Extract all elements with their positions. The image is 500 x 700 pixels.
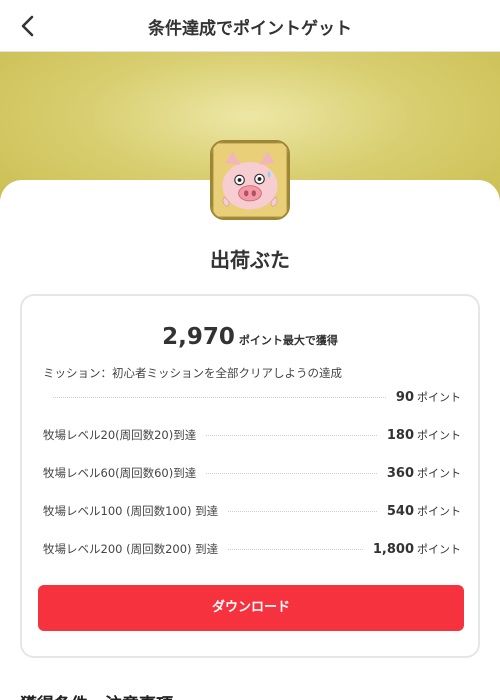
reward-row-label: 牧場レベル100 (周回数100) 到達 (43, 504, 219, 518)
mission-title: ミッション：初心者ミッションを全部クリアしようの達成 (43, 366, 342, 380)
header-bar: 条件達成でポイントゲット (0, 0, 500, 52)
reward-row-unit: ポイント (417, 505, 461, 518)
dotted-leader (53, 396, 386, 398)
app-name: 出荷ぶた (210, 248, 290, 272)
dotted-leader (228, 510, 377, 512)
pig-app-icon (210, 140, 290, 220)
conditions-section-title: 獲得条件・注意事項 (20, 690, 173, 700)
total-points-value: 2,970 (162, 324, 235, 350)
page-title: 条件達成でポイントゲット (148, 19, 352, 39)
dotted-leader (206, 472, 377, 474)
reward-row-unit: ポイント (417, 429, 461, 442)
download-button[interactable]: ダウンロード (38, 585, 464, 631)
total-points: 2,970 ポイント最大で獲得 (22, 324, 478, 350)
reward-row: 牧場レベル20(周回数20)到達 180 ポイント (43, 425, 461, 445)
reward-row-points: 90 (395, 389, 414, 405)
reward-row: 牧場レベル100 (周回数100) 到達 540 ポイント (43, 501, 461, 521)
reward-row-unit: ポイント (417, 467, 461, 480)
dotted-leader (228, 548, 363, 550)
reward-row-points: 1,800 (372, 541, 414, 557)
reward-row-points: 180 (386, 427, 414, 443)
reward-row-unit: ポイント (417, 391, 461, 404)
reward-row-label: 牧場レベル200 (周回数200) 到達 (43, 542, 219, 556)
reward-row-points: 540 (386, 503, 414, 519)
reward-row-points: 360 (386, 465, 414, 481)
reward-row: 牧場レベル200 (周回数200) 到達 1,800 ポイント (43, 539, 461, 559)
total-points-label: ポイント最大で獲得 (238, 334, 338, 347)
reward-card: 2,970 ポイント最大で獲得 ミッション：初心者ミッションを全部クリアしようの達… (20, 294, 480, 658)
reward-row: 90 ポイント (43, 387, 461, 407)
reward-row-unit: ポイント (417, 543, 461, 556)
reward-row: 牧場レベル60(周回数60)到達 360 ポイント (43, 463, 461, 483)
reward-row-label: 牧場レベル20(周回数20)到達 (43, 428, 197, 442)
reward-row-label: 牧場レベル60(周回数60)到達 (43, 466, 197, 480)
dotted-leader (206, 434, 377, 436)
